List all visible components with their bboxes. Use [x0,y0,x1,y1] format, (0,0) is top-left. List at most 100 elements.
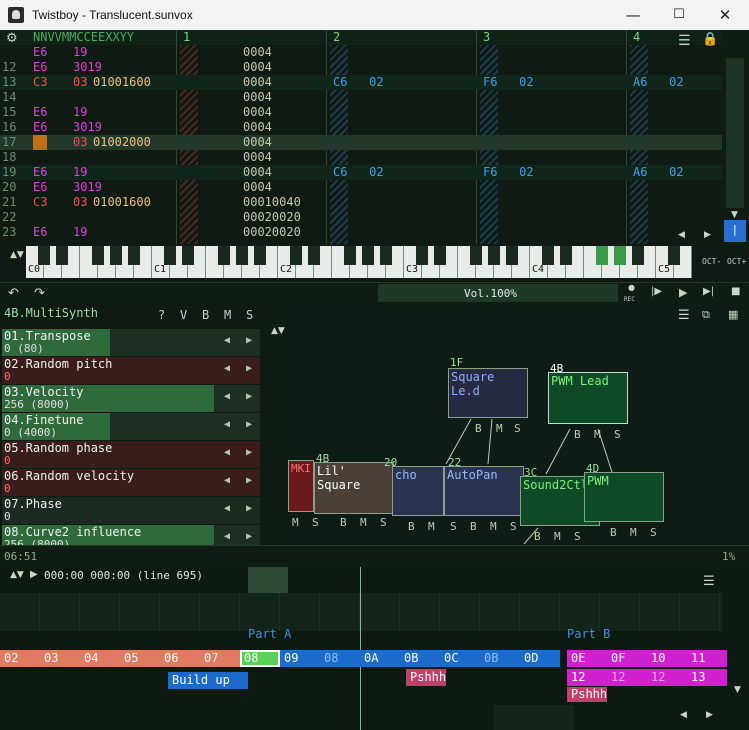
decrement-icon[interactable]: ◀ [224,447,230,458]
pattern-block[interactable]: 11 [687,650,727,667]
pattern-block[interactable]: 12 [567,669,607,686]
piano-black-key[interactable] [164,246,176,265]
pattern-block[interactable]: 0B [400,650,440,667]
increment-icon[interactable]: ▶ [246,363,252,374]
decrement-icon[interactable]: ◀ [224,475,230,486]
piano-black-key[interactable] [254,246,266,265]
timeline-scroll-icon[interactable]: ▲▼ [10,570,24,580]
timeline-play-icon[interactable]: ▶ [30,569,38,580]
pattern-block[interactable]: 0B [480,650,520,667]
controller-slider[interactable]: 06.Random velocity 0 ◀ ▶ [2,469,260,496]
pattern-row[interactable]: 12 E6 3019 0004 [0,60,722,75]
decrement-icon[interactable]: ◀ [224,391,230,402]
increment-icon[interactable]: ▶ [246,503,252,514]
piano-black-key[interactable] [596,246,608,265]
module-square-lead[interactable]: Square Le.d [448,368,528,418]
piano-black-key[interactable] [542,246,554,265]
pattern-build-up[interactable]: Build up [168,672,248,689]
pattern-block[interactable]: 10 [647,650,687,667]
pattern-scrollbar[interactable]: ▼ | [722,30,749,244]
pattern-block[interactable]: 0D [520,650,560,667]
play-pattern-icon[interactable]: ▶| [703,286,714,297]
visual-button[interactable]: V [180,308,187,323]
pattern-row[interactable]: 23 E6 19 00020020 [0,225,722,240]
piano-black-key[interactable] [668,246,680,265]
pattern-pshhh[interactable]: Pshhh [406,669,446,686]
pattern-block[interactable]: 03 [40,650,80,667]
piano-black-key[interactable] [128,246,140,265]
piano-scroll-icon[interactable]: ▲▼ [10,250,24,260]
pattern-block[interactable]: 0A [360,650,400,667]
increment-icon[interactable]: ▶ [246,335,252,346]
piano-black-key[interactable] [362,246,374,265]
solo-button[interactable]: S [246,308,253,323]
pattern-block[interactable]: 02 [0,650,40,667]
piano-black-key[interactable] [308,246,320,265]
redo-icon[interactable]: ↷ [34,286,45,301]
module-lil-square[interactable]: Lil' Square [314,462,394,514]
piano-black-key[interactable] [182,246,194,265]
timeline-scroll-down-icon[interactable]: ▼ [734,685,741,695]
undo-icon[interactable]: ↶ [8,286,19,301]
modules-view[interactable]: ☰ ⧉ ▦ 1F Square Le.d B M S 4B PWM Lead B… [288,304,749,544]
pattern-row[interactable]: 18 0004 [0,150,722,165]
pattern-block[interactable]: 05 [120,650,160,667]
octave-down-button[interactable]: OCT- [702,254,721,269]
timeline-menu-icon[interactable]: ☰ [703,574,715,589]
pattern-row[interactable]: 14 0004 [0,90,722,105]
increment-icon[interactable]: ▶ [246,419,252,430]
increment-icon[interactable]: ▶ [246,447,252,458]
maximize-button[interactable]: ☐ [656,0,702,30]
pattern-block[interactable]: 08 [320,650,360,667]
increment-icon[interactable]: ▶ [246,391,252,402]
decrement-icon[interactable]: ◀ [224,531,230,542]
pattern-row[interactable]: 13 C3 03 01001600 0004 C6 02 F6 02 A6 02 [0,75,722,90]
piano-black-key[interactable] [416,246,428,265]
timeline-scroll-right-icon[interactable]: ▶ [706,710,713,720]
pattern-block[interactable]: 0C [440,650,480,667]
octave-up-button[interactable]: OCT+ [727,254,746,269]
piano-black-key[interactable] [290,246,302,265]
piano-black-key[interactable] [488,246,500,265]
pattern-block[interactable]: 12 [647,669,687,686]
pattern-block[interactable]: 13 [687,669,727,686]
piano-black-key[interactable] [614,246,626,265]
decrement-icon[interactable]: ◀ [224,503,230,514]
play-icon[interactable]: ▶ [679,286,687,299]
piano-black-key[interactable] [110,246,122,265]
cursor-button[interactable]: | [724,220,746,242]
pattern-row[interactable]: 17 C3 03 01002000 0004 [0,135,722,150]
piano-black-key[interactable] [632,246,644,265]
module-echo[interactable]: cho [392,466,444,516]
mute-button[interactable]: M [224,308,231,323]
controller-slider[interactable]: 05.Random phase 0 ◀ ▶ [2,441,260,468]
controller-slider[interactable]: 02.Random pitch 0 ◀ ▶ [2,357,260,384]
piano-black-key[interactable] [380,246,392,265]
piano-black-key[interactable] [236,246,248,265]
piano-black-key[interactable] [344,246,356,265]
piano-black-key[interactable] [470,246,482,265]
pattern-block[interactable]: 0E [567,650,607,667]
decrement-icon[interactable]: ◀ [224,335,230,346]
scroll-right-icon[interactable]: ▶ [704,230,711,240]
scroll-left-icon[interactable]: ◀ [678,230,685,240]
minimize-button[interactable]: — [610,0,656,30]
pattern-row[interactable]: 20 E6 3019 0004 [0,180,722,195]
pattern-block[interactable]: 12 [607,669,647,686]
decrement-icon[interactable]: ◀ [224,419,230,430]
piano-black-key[interactable] [560,246,572,265]
pattern-row[interactable]: 16 E6 3019 0004 [0,120,722,135]
pattern-row[interactable]: 22 00020020 [0,210,722,225]
piano-black-key[interactable] [56,246,68,265]
timeline[interactable]: ▲▼ ▶ 000:00 000:00 (line 695) ☰ Part A P… [0,567,749,730]
pattern-block[interactable]: 04 [80,650,120,667]
playhead[interactable] [360,567,361,730]
increment-icon[interactable]: ▶ [246,475,252,486]
controller-slider[interactable]: 04.Finetune 0 (4000) ◀ ▶ [2,413,260,440]
pattern-row[interactable]: 19 E6 19 0004 C6 02 F6 02 A6 02 [0,165,722,180]
controller-slider[interactable]: 07.Phase 0 ◀ ▶ [2,497,260,524]
bypass-button[interactable]: B [202,308,209,323]
module-pwm[interactable]: PWM [584,472,664,522]
controller-slider[interactable]: 01.Transpose 0 (80) ◀ ▶ [2,329,260,356]
piano-black-key[interactable] [92,246,104,265]
